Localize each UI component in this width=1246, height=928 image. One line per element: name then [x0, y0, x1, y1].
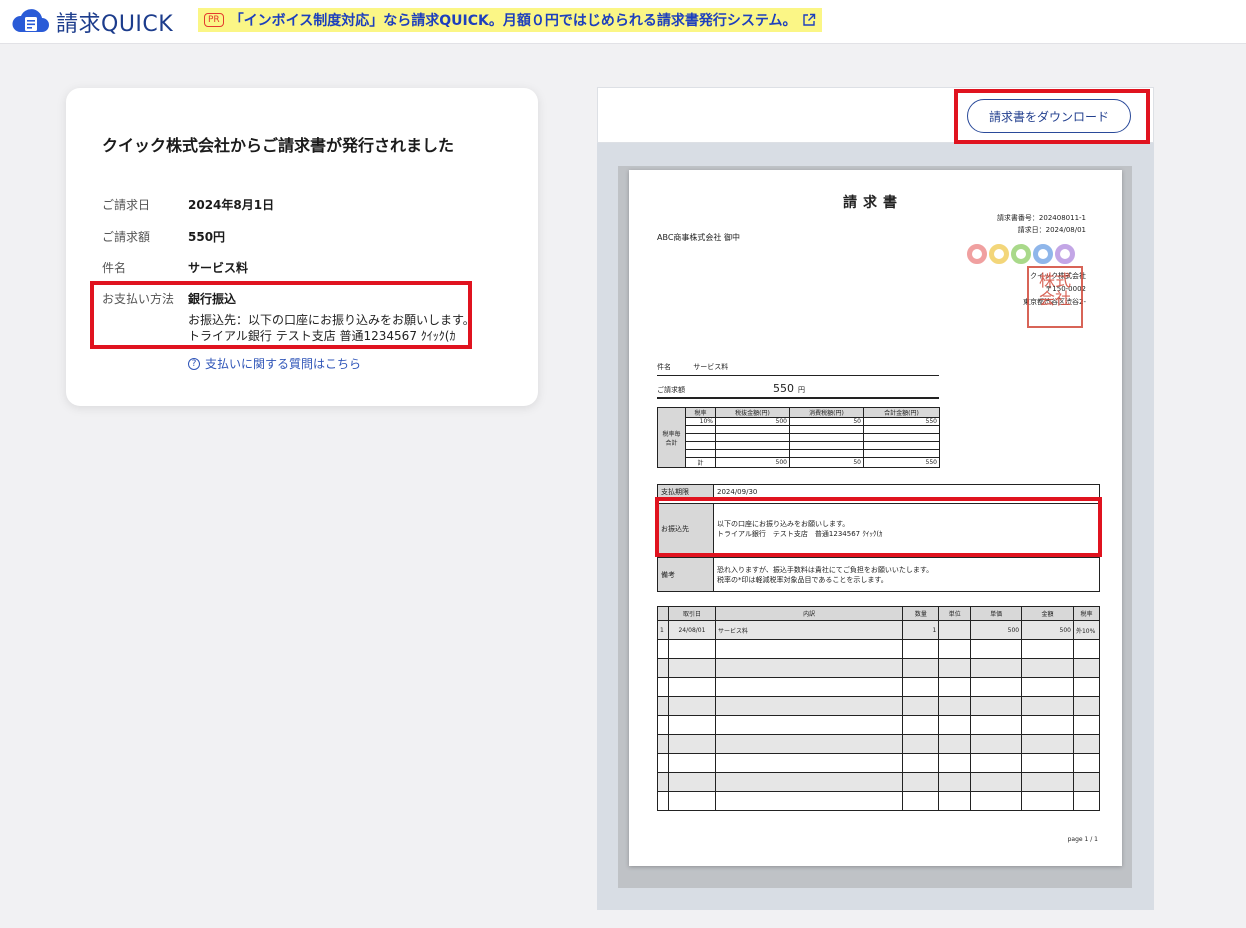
note-line-2: 税率の*印は軽減税率対象品目であることを示します。 — [717, 575, 888, 584]
item-amount: 500 — [1021, 620, 1074, 640]
logo-text: 請求QUICK — [56, 12, 174, 37]
table-row: 1 24/08/01 サービス料 1 500 500 外10% — [657, 620, 1101, 640]
invoice-logo-circles — [967, 244, 1075, 264]
note-label: 備考 — [657, 557, 714, 592]
amount-label: ご請求額 — [102, 230, 151, 244]
invoice-amount-unit: 円 — [798, 386, 805, 394]
pr-badge: PR — [204, 13, 224, 27]
promo-banner[interactable]: PR 「インボイス制度対応」なら請求QUICK。月額０円ではじめられる請求書発行… — [198, 8, 823, 32]
page-number: page 1 / 1 — [1067, 836, 1098, 843]
payment-help-label[interactable]: 支払いに関する質問はこちら — [205, 355, 361, 372]
tax-total-row: 計 500 50 550 — [658, 457, 940, 468]
tax-header-total: 合計金額(円) — [863, 407, 940, 418]
issue-date-row: ご請求日 2024年8月1日 — [102, 196, 274, 213]
invoice-meta: 請求書番号：202408011-1 請求日：2024/08/01 — [997, 212, 1086, 236]
tax-excl: 500 — [715, 417, 790, 426]
logo[interactable]: 請求QUICK — [12, 6, 173, 38]
amount-value: 550円 — [188, 230, 226, 244]
invoice-subject-value: サービス料 — [693, 363, 729, 371]
highlight-bank-transfer — [655, 497, 1102, 557]
tax-summary-table: 税率毎合計 税率 税抜金額(円) 消費税額(円) 合計金額(円) 10% 500… — [657, 407, 940, 468]
subject-label: 件名 — [102, 261, 127, 275]
item-header-no — [657, 606, 669, 621]
tax-total-excl: 500 — [715, 457, 790, 468]
tax-header-excl: 税抜金額(円) — [715, 407, 790, 418]
cloud-document-icon — [12, 9, 49, 32]
item-header-qty: 数量 — [902, 606, 940, 621]
note-line-1: 恐れ入りますが、振込手数料は貴社にてご負担をお願いいたします。 — [717, 565, 934, 574]
subject-row: 件名 サービス料 — [102, 259, 248, 276]
invoice-subject: 件名 サービス料 — [657, 362, 939, 376]
item-tax: 外10% — [1072, 620, 1101, 640]
company-seal-stamp: 株式 会社 — [1027, 266, 1083, 328]
promo-text[interactable]: 「インボイス制度対応」なら請求QUICK。月額０円ではじめられる請求書発行システ… — [230, 10, 797, 30]
highlight-payment-method — [90, 281, 472, 349]
item-header-amount: 金額 — [1021, 606, 1074, 621]
logo-circle — [1033, 244, 1053, 264]
invoice-subject-label: 件名 — [657, 363, 671, 371]
item-date: 24/08/01 — [667, 620, 716, 640]
external-link-icon — [803, 13, 816, 26]
tax-side-label: 税率毎合計 — [657, 407, 686, 468]
top-bar: 請求QUICK PR 「インボイス制度対応」なら請求QUICK。月額０円ではじめ… — [0, 0, 1246, 44]
item-qty: 1 — [902, 620, 940, 640]
note-value: 恐れ入りますが、振込手数料は貴社にてご負担をお願いいたします。 税率の*印は軽減… — [713, 557, 1100, 592]
invoice-amount-value: 550 — [773, 382, 794, 395]
logo-circle — [1011, 244, 1031, 264]
item-price: 500 — [970, 620, 1023, 640]
logo-circle — [989, 244, 1009, 264]
item-header-desc: 内訳 — [714, 606, 904, 621]
invoice-title: 請求書 — [843, 195, 903, 211]
invoice-summary-card: クイック株式会社からご請求書が発行されました ご請求日 2024年8月1日 ご請… — [66, 88, 538, 406]
item-header-price: 単価 — [970, 606, 1023, 621]
tax-total-sum: 550 — [863, 457, 940, 468]
item-header-tax: 税率 — [1072, 606, 1101, 621]
amount-row: ご請求額 550円 — [102, 228, 225, 245]
tax-total: 550 — [863, 417, 940, 426]
payment-help-link[interactable]: ? 支払いに関する質問はこちら — [188, 355, 361, 372]
item-unit — [938, 620, 972, 640]
tax-row: 10% 500 50 550 — [658, 417, 940, 426]
tax-rate: 10% — [685, 417, 716, 426]
line-items-table: 取引日 内訳 数量 単位 単価 金額 税率 1 24/08/01 サービス料 1… — [657, 606, 1101, 811]
card-title: クイック株式会社からご請求書が発行されました — [102, 136, 455, 155]
item-desc: サービス料 — [714, 620, 904, 640]
invoice-amount: ご請求額 550 円 — [657, 382, 939, 399]
invoice-amount-label: ご請求額 — [657, 386, 685, 394]
logo-circle — [967, 244, 987, 264]
tax-amount: 50 — [789, 417, 864, 426]
subject-value: サービス料 — [188, 261, 249, 275]
invoice-date: 請求日：2024/08/01 — [1017, 226, 1086, 234]
issue-date-value: 2024年8月1日 — [188, 198, 275, 212]
question-icon: ? — [188, 357, 200, 370]
issue-date-label: ご請求日 — [102, 198, 151, 212]
item-header-unit: 単位 — [938, 606, 972, 621]
item-header-date: 取引日 — [667, 606, 716, 621]
tax-header-rate: 税率 — [685, 407, 716, 418]
highlight-download-button — [954, 89, 1150, 144]
tax-total-tax: 50 — [789, 457, 864, 468]
invoice-recipient: ABC商事株式会社 御中 — [657, 233, 740, 242]
invoice-number: 請求書番号：202408011-1 — [996, 214, 1086, 222]
logo-circle — [1055, 244, 1075, 264]
tax-header-tax: 消費税額(円) — [789, 407, 864, 418]
tax-total-label: 計 — [685, 457, 716, 468]
item-no: 1 — [657, 620, 669, 640]
